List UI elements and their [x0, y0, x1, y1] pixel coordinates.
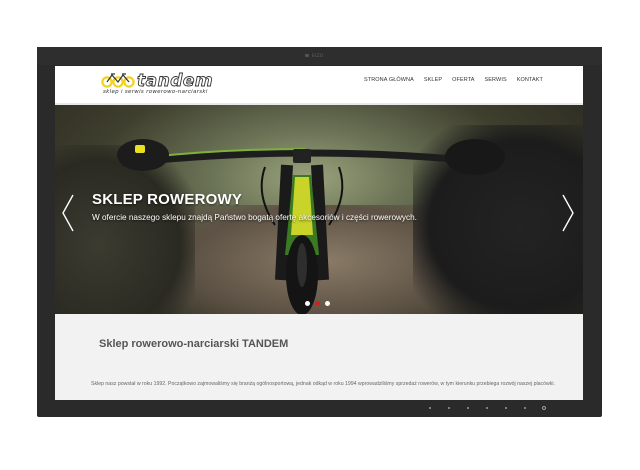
button-dot-icon: [486, 407, 488, 409]
button-dot-icon: [524, 407, 526, 409]
monitor-brand-text: EIZO: [312, 53, 324, 58]
nav-item-home[interactable]: STRONA GŁÓWNA: [364, 77, 414, 83]
site-header: tandem sklep i serwis rowerowo-narciarsk…: [55, 66, 583, 105]
slide-image-bicycle: [117, 139, 505, 314]
monitor-control-buttons: [427, 405, 547, 411]
power-icon: [542, 406, 546, 410]
button-dot-icon: [505, 407, 507, 409]
monitor-button-5[interactable]: [503, 405, 509, 411]
button-dot-icon: [467, 407, 469, 409]
monitor-brand-logo: EIZO: [305, 53, 333, 58]
slide-description: W ofercie naszego sklepu znajdą Państwo …: [92, 213, 417, 222]
nav-item-shop[interactable]: SKLEP: [424, 77, 442, 83]
monitor-power-button[interactable]: [541, 405, 547, 411]
button-dot-icon: [448, 407, 450, 409]
nav-item-offer[interactable]: OFERTA: [452, 77, 474, 83]
monitor-button-3[interactable]: [465, 405, 471, 411]
main-navigation: STRONA GŁÓWNA SKLEP OFERTA SERWIS KONTAK…: [364, 77, 543, 83]
logo-wordmark: tandem: [137, 71, 214, 92]
chevron-left-icon: [62, 194, 74, 232]
site-logo[interactable]: tandem sklep i serwis rowerowo-narciarsk…: [101, 70, 241, 102]
slider-dot-3[interactable]: [325, 301, 330, 306]
nav-item-contact[interactable]: KONTAKT: [517, 77, 543, 83]
slider-dot-2[interactable]: [315, 301, 320, 306]
logo-tagline: sklep i serwis rowerowo-narciarski: [103, 89, 208, 95]
monitor-button-1[interactable]: [427, 405, 433, 411]
slider-prev-button[interactable]: [61, 193, 75, 233]
section-title: Sklep rowerowo-narciarski TANDEM: [99, 338, 289, 350]
intro-section: Sklep rowerowo-narciarski TANDEM Sklep n…: [55, 314, 583, 400]
monitor-button-4[interactable]: [484, 405, 490, 411]
button-dot-icon: [429, 407, 431, 409]
slide-title: SKLEP ROWEROWY: [92, 191, 243, 208]
slider-next-button[interactable]: [561, 193, 575, 233]
bicycle-logo-icon: [101, 73, 135, 88]
slider-dot-1[interactable]: [305, 301, 310, 306]
monitor-top-bezel: EIZO: [37, 47, 602, 65]
monitor-button-6[interactable]: [522, 405, 528, 411]
monitor-screen: tandem sklep i serwis rowerowo-narciarsk…: [55, 66, 583, 400]
hero-slider: SKLEP ROWEROWY W ofercie naszego sklepu …: [55, 105, 583, 314]
nav-item-service[interactable]: SERWIS: [485, 77, 507, 83]
monitor-frame: EIZO tandem sklep i serwis rowerowo-narc…: [37, 47, 602, 417]
chevron-right-icon: [562, 194, 574, 232]
section-paragraph: Sklep nasz powstał w roku 1992. Początko…: [91, 381, 555, 387]
monitor-button-2[interactable]: [446, 405, 452, 411]
slider-pagination: [305, 301, 330, 306]
